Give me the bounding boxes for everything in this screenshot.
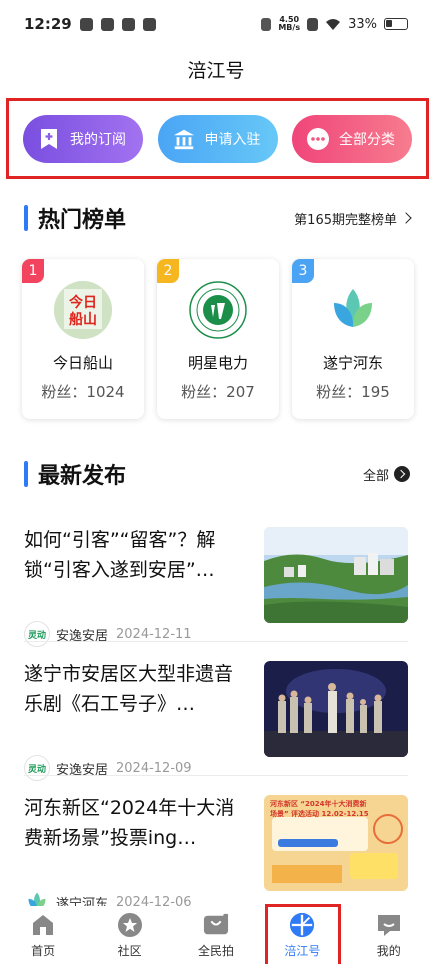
rank-fans: 粉丝：207	[181, 383, 255, 401]
vibrate-icon	[261, 17, 272, 31]
news-title: 如何“引客”“留客”？解锁“引客入遂到安居”…	[24, 529, 216, 581]
rank-name: 明星电力	[187, 354, 248, 372]
latest-title: 最新发布	[38, 464, 127, 489]
rank-badge: 2	[157, 259, 179, 283]
tab-mine[interactable]: 我的	[354, 912, 424, 959]
status-time: 12:29	[24, 15, 72, 33]
tab-label: 首页	[31, 943, 56, 958]
chevron-right-icon	[400, 212, 412, 224]
sim-off-icon	[307, 17, 319, 31]
more-dots-icon	[306, 127, 330, 151]
tab-label: 社区	[117, 943, 142, 958]
home-icon	[30, 912, 56, 938]
lingdong-anju-logo: 灵动	[24, 621, 50, 647]
section-accent-bar	[24, 205, 28, 231]
news-date: 2024-12-09	[116, 760, 192, 776]
tab-home[interactable]: 首页	[8, 912, 78, 959]
news-title: 遂宁市安居区大型非遗音乐剧《石工号子》…	[24, 663, 234, 715]
notification-icon	[100, 17, 114, 31]
subscribe-plus-icon	[37, 127, 61, 151]
rank-card[interactable]: 3 遂宁河东 粉丝：195	[292, 259, 414, 419]
rank-name: 遂宁河东	[322, 354, 383, 372]
suining-hedong-logo	[324, 281, 382, 339]
fan-icon	[142, 17, 156, 31]
news-image: 河东新区 “2024年十大消费新场景” 评选活动 12.02-12.15	[264, 795, 408, 891]
tab-citizen-shoot[interactable]: 全民拍	[181, 912, 251, 959]
active-tab-highlight	[265, 904, 341, 964]
hot-list-cards: 1 今日 船山 今日船山 粉丝：1024 2 明星电力 粉丝：207 3 遂宁河东…	[22, 259, 414, 419]
news-item[interactable]: 遂宁市安居区大型非遗音乐剧《石工号子》… 灵动 安逸安居 2024-12-09	[24, 659, 408, 793]
status-bar: 12:29 4.50 MB/s 33%	[0, 0, 432, 48]
apply-join-label: 申请入驻	[204, 131, 261, 148]
battery-icon	[384, 18, 408, 30]
top-action-buttons: 我的订阅 申请入驻 全部分类	[6, 98, 429, 179]
svg-text:今日: 今日	[68, 294, 97, 311]
news-image	[264, 527, 408, 623]
rank-fans: 粉丝：195	[316, 383, 390, 401]
full-ranking-link[interactable]: 第165期完整榜单	[294, 209, 412, 228]
full-ranking-label: 第165期完整榜单	[294, 212, 397, 228]
battery-percent: 33%	[348, 16, 377, 32]
hot-list-title: 热门榜单	[38, 208, 127, 233]
news-divider	[24, 775, 408, 776]
all-categories-label: 全部分类	[339, 131, 395, 148]
news-date: 2024-12-11	[116, 626, 192, 642]
page-title: 涪江号	[187, 60, 245, 82]
lingdong-anju-logo: 灵动	[24, 755, 50, 781]
rank-badge: 1	[22, 259, 44, 283]
news-item[interactable]: 如何“引客”“留客”？解锁“引客入遂到安居”… 灵动 安逸安居 2024-12-…	[24, 525, 408, 659]
tab-label: 全民拍	[197, 943, 234, 958]
rank-card[interactable]: 2 明星电力 粉丝：207	[157, 259, 279, 419]
all-categories-button[interactable]: 全部分类	[292, 114, 412, 163]
camera-video-icon	[203, 912, 229, 938]
apply-join-button[interactable]: 申请入驻	[157, 114, 278, 163]
hot-list-header: 热门榜单 第165期完整榜单	[24, 203, 412, 233]
jinri-chuanshan-logo: 今日 船山	[54, 281, 112, 339]
building-icon	[172, 127, 196, 151]
net-speed: 4.50 MB/s	[278, 15, 301, 32]
section-accent-bar	[24, 461, 28, 487]
svg-text:船山: 船山	[69, 311, 97, 328]
news-divider	[24, 641, 408, 642]
latest-header: 最新发布 全部	[24, 459, 410, 489]
arrow-right-circle-icon	[394, 466, 410, 482]
view-all-link[interactable]: 全部	[363, 465, 410, 484]
rank-badge: 3	[292, 259, 314, 283]
wifi-icon	[326, 18, 341, 30]
tab-label: 我的	[376, 943, 401, 958]
profile-icon	[376, 912, 402, 938]
notification-icon	[79, 17, 93, 31]
view-all-label: 全部	[362, 468, 389, 484]
mingxing-power-logo	[189, 281, 247, 339]
rank-card[interactable]: 1 今日 船山 今日船山 粉丝：1024	[22, 259, 144, 419]
news-image-caption: 河东新区 “2024年十大消费新场景” 评选活动 12.02-12.15	[270, 800, 369, 818]
news-title: 河东新区“2024年十大消费新场景”投票ing…	[24, 797, 235, 849]
tab-community[interactable]: 社区	[95, 912, 165, 959]
news-image	[264, 661, 408, 757]
rank-name: 今日船山	[52, 354, 113, 372]
rank-fans: 粉丝：1024	[41, 383, 125, 401]
community-star-icon	[117, 912, 143, 938]
tiktok-icon	[121, 17, 135, 31]
my-subscriptions-label: 我的订阅	[70, 131, 126, 148]
bottom-tab-bar: 首页 社区 全民拍 涪江号 我的	[0, 906, 432, 964]
my-subscriptions-button[interactable]: 我的订阅	[23, 114, 143, 163]
